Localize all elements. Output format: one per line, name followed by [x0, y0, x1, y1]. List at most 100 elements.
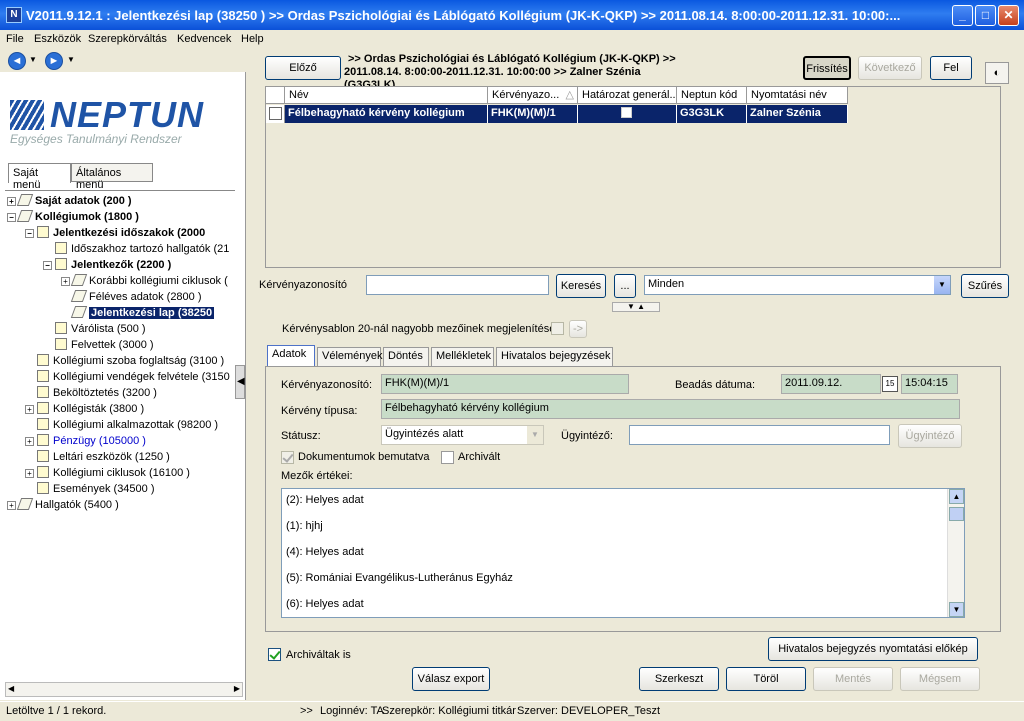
cancel-button[interactable]: Mégsem	[900, 667, 980, 691]
row-select-checkbox[interactable]	[269, 107, 282, 120]
tree-item[interactable]: Kollégiumi alkalmazottak (98200 )	[25, 417, 218, 433]
tree-item[interactable]: + Kollégisták (3800 )	[25, 401, 144, 417]
delete-button[interactable]: Töröl	[726, 667, 806, 691]
request-type-field[interactable]: Félbehagyható kérvény kollégium	[381, 399, 960, 419]
table-row[interactable]: Félbehagyható kérvény kollégium	[285, 105, 488, 123]
export-button[interactable]: Válasz export	[412, 667, 490, 691]
cell-request-id[interactable]: FHK(M)(M)/1	[488, 105, 578, 123]
collapse-icon[interactable]: −	[43, 261, 52, 270]
grid-header-print-name[interactable]: Nyomtatási név	[747, 87, 848, 104]
tree-item[interactable]: + Korábbi kollégiumi ciklusok (	[61, 273, 228, 289]
tree-item[interactable]: Események (34500 )	[25, 481, 155, 497]
collapse-icon[interactable]: −	[7, 213, 16, 222]
calendar-icon[interactable]: 15	[882, 376, 898, 392]
maximize-icon[interactable]: □	[975, 5, 996, 26]
filter-combo[interactable]: Minden ▼	[644, 275, 951, 295]
menu-role-switch[interactable]: Szerepkörváltás	[88, 33, 167, 45]
up-button[interactable]: Fel	[930, 56, 972, 80]
grid-header-select[interactable]	[266, 87, 285, 104]
cell-print-name[interactable]: Zalner Szénia	[747, 105, 848, 123]
save-button[interactable]: Mentés	[813, 667, 893, 691]
refresh-button[interactable]: Frissítés	[803, 56, 851, 80]
tree-item[interactable]: Felvettek (3000 )	[43, 337, 154, 353]
docs-checkbox[interactable]	[281, 451, 294, 464]
prev-button[interactable]: Előző	[265, 56, 341, 80]
menu-favorites[interactable]: Kedvencek	[177, 33, 231, 45]
scroll-down-icon[interactable]: ▼	[949, 602, 964, 617]
tree-item[interactable]: + Pénzügy (105000 )	[25, 433, 146, 449]
tree-item[interactable]: + Saját adatok (200 )	[7, 193, 132, 209]
row-select-cell[interactable]	[266, 105, 285, 123]
forward-dropdown-icon[interactable]: ▼	[67, 55, 75, 64]
cell-decision[interactable]	[578, 105, 677, 123]
decision-checkbox[interactable]	[621, 107, 632, 118]
template-arrow-button[interactable]: ->	[569, 320, 587, 338]
tree-item[interactable]: Várólista (500 )	[43, 321, 146, 337]
submit-time-field[interactable]: 15:04:15	[901, 374, 958, 394]
submit-date-field[interactable]: 2011.09.12.	[781, 374, 881, 394]
request-id-field[interactable]: FHK(M)(M)/1	[381, 374, 629, 394]
next-button[interactable]: Következő	[858, 56, 922, 80]
minimize-icon[interactable]: _	[952, 5, 973, 26]
tab-opinions[interactable]: Vélemények	[317, 347, 383, 366]
tab-official-entries[interactable]: Hivatalos bejegyzések	[496, 347, 613, 366]
grid-header-request-id[interactable]: Kérvényazo... △	[488, 87, 578, 104]
archived-checkbox[interactable]	[441, 451, 454, 464]
tree-item[interactable]: Féléves adatok (2800 )	[61, 289, 202, 305]
chevron-down-icon[interactable]: ▼	[527, 426, 543, 444]
memo-scrollbar[interactable]: ▲ ▼	[947, 489, 964, 617]
expand-icon[interactable]: +	[61, 277, 70, 286]
expand-icon[interactable]: +	[25, 405, 34, 414]
chevron-down-icon[interactable]: ▼	[934, 276, 950, 294]
fields-memo[interactable]: (2): Helyes adat (1): hjhj (4): Helyes a…	[281, 488, 965, 618]
settings-icon[interactable]: ◐	[985, 62, 1009, 84]
scroll-thumb[interactable]	[949, 507, 964, 521]
tree-item[interactable]: − Jelentkezési időszakok (2000	[25, 225, 205, 241]
collapse-icon[interactable]: −	[25, 229, 34, 238]
tree-item[interactable]: Kollégiumi szoba foglaltság (3100 )	[25, 353, 224, 369]
menu-help[interactable]: Help	[241, 33, 264, 45]
more-button[interactable]: ...	[614, 274, 636, 298]
tree-item[interactable]: + Hallgatók (5400 )	[7, 497, 119, 513]
template-checkbox[interactable]	[551, 322, 564, 335]
status-select[interactable]: Ügyintézés alatt ▼	[381, 425, 544, 445]
grid-header-decision[interactable]: Határozat generál...	[578, 87, 677, 104]
grid-header-name[interactable]: Név	[285, 87, 488, 104]
tree-item[interactable]: − Kollégiumok (1800 )	[7, 209, 139, 225]
tree-item[interactable]: Leltári eszközök (1250 )	[25, 449, 170, 465]
tab-data[interactable]: Adatok	[267, 345, 315, 367]
search-button[interactable]: Keresés	[556, 274, 606, 298]
tab-general-menu[interactable]: Általános menü	[71, 163, 153, 191]
tree-horizontal-scrollbar[interactable]: ◀ ▶	[5, 682, 243, 697]
tab-own-menu[interactable]: Saját menü	[8, 163, 71, 191]
admin-button[interactable]: Ügyintéző	[898, 424, 962, 448]
edit-button[interactable]: Szerkeszt	[639, 667, 719, 691]
cell-neptun-code[interactable]: G3G3LK	[677, 105, 747, 123]
print-preview-button[interactable]: Hivatalos bejegyzés nyomtatási előkép	[768, 637, 978, 661]
tree-item[interactable]: Jelentkezési lap (38250	[61, 305, 215, 321]
expand-icon[interactable]: +	[25, 437, 34, 446]
grid-header-neptun-code[interactable]: Neptun kód	[677, 87, 747, 104]
tree-item[interactable]: Beköltöztetés (3200 )	[25, 385, 157, 401]
expand-icon[interactable]: +	[25, 469, 34, 478]
scroll-up-icon[interactable]: ▲	[949, 489, 964, 504]
menu-tools[interactable]: Eszközök	[34, 33, 81, 45]
collapse-toggle[interactable]: ▼ ▲	[612, 302, 660, 312]
close-icon[interactable]: ✕	[998, 5, 1019, 26]
tab-decision[interactable]: Döntés	[383, 347, 429, 366]
tree-item[interactable]: Időszakhoz tartozó hallgatók (21	[43, 241, 229, 257]
archived-too-checkbox[interactable]	[268, 648, 281, 661]
menu-file[interactable]: File	[6, 33, 24, 45]
forward-arrow-icon[interactable]: ►	[45, 52, 63, 70]
filter-button[interactable]: Szűrés	[961, 274, 1009, 298]
tree-item[interactable]: + Kollégiumi ciklusok (16100 )	[25, 465, 190, 481]
admin-input[interactable]	[629, 425, 890, 445]
back-arrow-icon[interactable]: ◄	[8, 52, 26, 70]
panel-splitter[interactable]: ◀	[235, 365, 245, 399]
expand-icon[interactable]: +	[7, 501, 16, 510]
tree-item[interactable]: − Jelentkezők (2200 )	[43, 257, 171, 273]
search-input[interactable]	[366, 275, 549, 295]
expand-icon[interactable]: +	[7, 197, 16, 206]
tab-attachments[interactable]: Mellékletek	[431, 347, 494, 366]
tree-item[interactable]: Kollégiumi vendégek felvétele (3150	[25, 369, 230, 385]
